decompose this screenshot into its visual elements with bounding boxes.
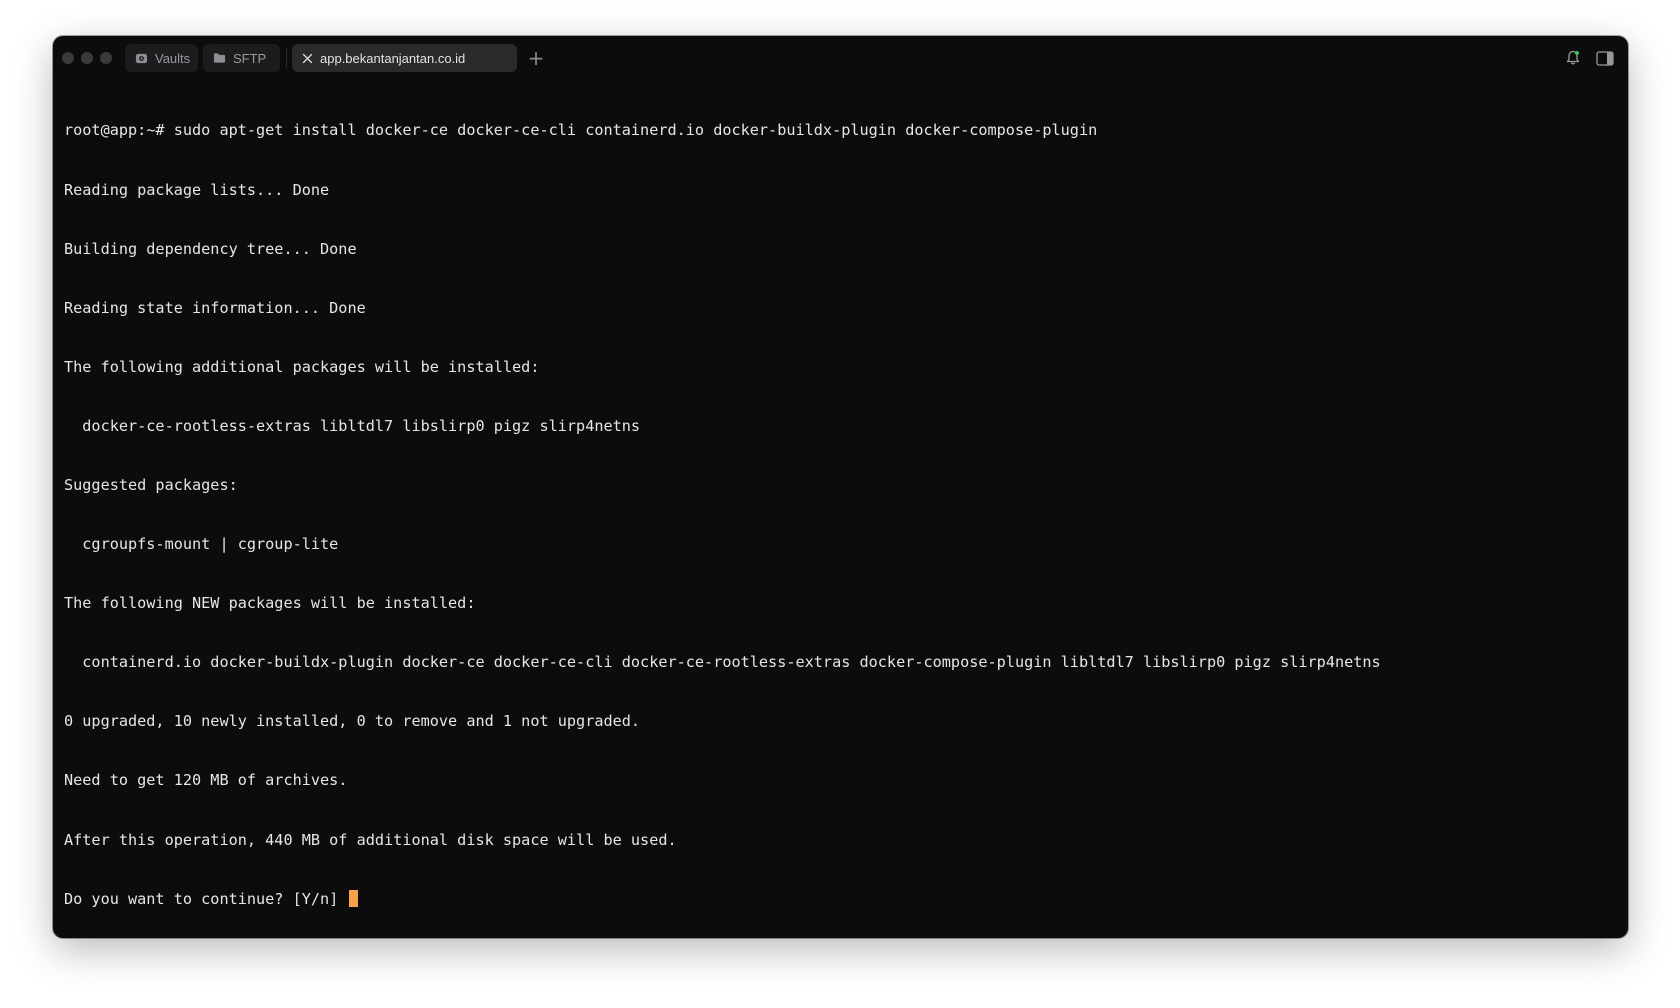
terminal-cursor [349,889,359,907]
terminal-line: cgroupfs-mount | cgroup-lite [64,535,339,554]
tab-label: app.bekantanjantan.co.id [320,50,466,66]
terminal-prompt-line: Do you want to continue? [Y/n] [64,889,1617,910]
titlebar-actions [1566,50,1614,70]
window-controls [62,52,112,64]
terminal-line: 0 upgraded, 10 newly installed, 0 to rem… [64,712,641,731]
terminal-line: Need to get 120 MB of archives. [64,771,348,790]
title-bar: Vaults SFTP app.bekantanjantan.co.id + [53,36,1628,80]
terminal-line: The following additional packages will b… [64,357,540,376]
tab-label: SFTP [233,50,267,66]
terminal-line: Reading package lists... Done [64,180,330,199]
terminal-line: The following NEW packages will be insta… [64,594,476,613]
tab-vaults[interactable]: Vaults [125,44,198,72]
terminal-line: Reading state information... Done [64,298,366,317]
minimize-window-button[interactable] [81,52,93,64]
folder-icon [213,52,226,64]
terminal-line: docker-ce-rootless-extras libltdl7 libsl… [64,416,641,435]
tab-sftp[interactable]: SFTP [203,44,280,72]
tab-app-bekantanjantan[interactable]: app.bekantanjantan.co.id [292,44,517,72]
close-icon[interactable] [302,53,313,64]
tab-divider [286,48,287,68]
prompt-text: Do you want to continue? [Y/n] [64,889,348,908]
terminal-line: containerd.io docker-buildx-plugin docke… [64,653,1381,672]
zoom-window-button[interactable] [100,52,112,64]
bell-icon[interactable] [1566,50,1580,70]
terminal-line: After this operation, 440 MB of addition… [64,830,677,849]
terminal-line: Suggested packages: [64,475,238,494]
terminal-line: Building dependency tree... Done [64,239,357,258]
new-tab-button[interactable]: + [527,48,545,68]
terminal-output[interactable]: root@app:~# sudo apt-get install docker-… [64,82,1617,938]
close-window-button[interactable] [62,52,74,64]
terminal-line: root@app:~# sudo apt-get install docker-… [64,121,1098,140]
tab-label: Vaults [155,50,191,66]
sidebar-toggle-icon[interactable] [1596,50,1614,70]
terminal-window: Vaults SFTP app.bekantanjantan.co.id + r… [53,36,1628,938]
vault-icon [135,52,148,65]
